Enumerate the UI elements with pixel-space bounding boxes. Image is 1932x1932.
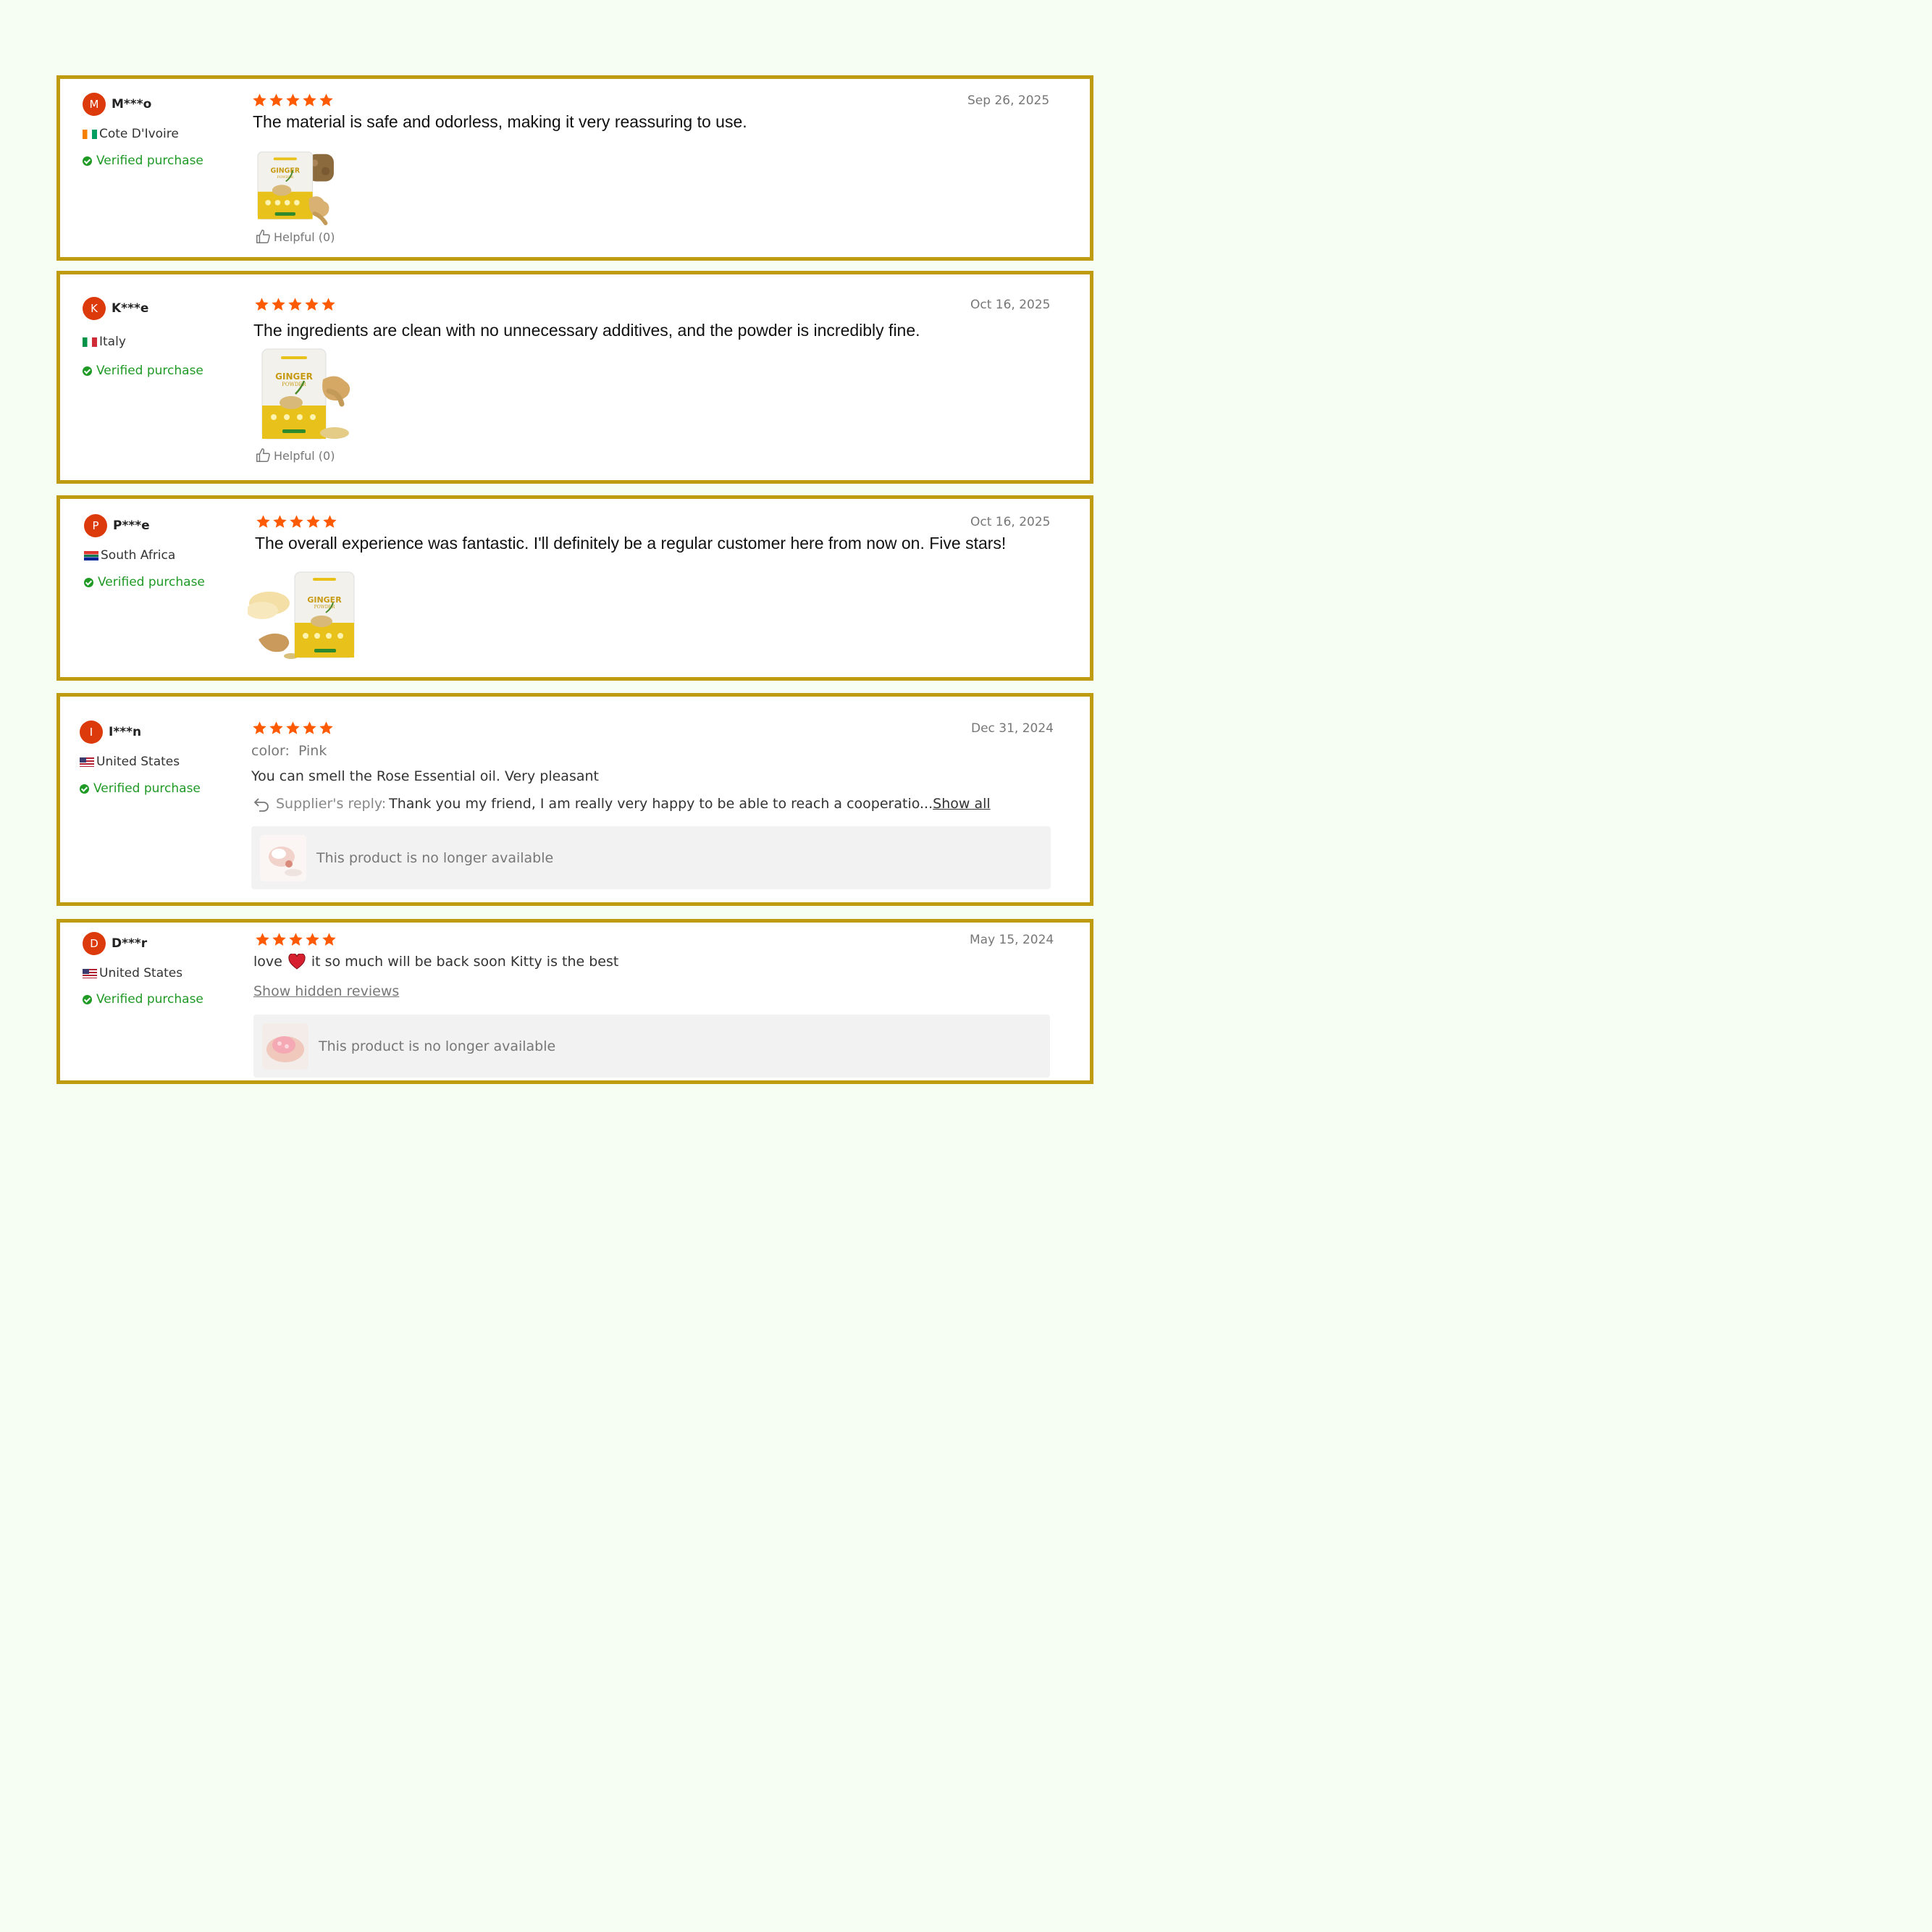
- reviewer-name: K***e: [112, 301, 149, 316]
- thumbs-up-icon: [255, 448, 271, 463]
- verified-purchase-badge: Verified purchase: [83, 154, 203, 168]
- review-photo[interactable]: [253, 151, 337, 226]
- star-icon: [252, 93, 267, 108]
- product-thumbnail: [260, 834, 306, 881]
- sku-color: color: Pink: [251, 743, 327, 759]
- verified-check-icon: [83, 156, 92, 166]
- review-date: Oct 16, 2025: [970, 515, 1051, 529]
- review-card: [56, 75, 1093, 261]
- verified-check-icon: [84, 577, 93, 587]
- verified-purchase-badge: Verified purchase: [83, 992, 203, 1007]
- star-icon: [289, 514, 304, 529]
- avatar: M: [83, 93, 106, 116]
- review-photo[interactable]: [248, 571, 356, 661]
- helpful-button[interactable]: Helpful (0): [255, 229, 335, 245]
- review-text: The ingredients are clean with no unnece…: [253, 321, 920, 340]
- star-rating: [252, 93, 334, 108]
- review-card: [56, 495, 1093, 681]
- verified-purchase-badge: Verified purchase: [83, 364, 203, 378]
- star-icon: [272, 932, 287, 947]
- reviewer-name: P***e: [113, 518, 150, 533]
- star-icon: [285, 93, 301, 108]
- reviewer-name: M***o: [112, 97, 152, 112]
- star-rating: [256, 514, 337, 529]
- review-card: [56, 271, 1093, 484]
- star-icon: [321, 297, 336, 312]
- review-text: love it so much will be back soon Kitty …: [253, 954, 619, 970]
- italy-flag-icon: [83, 337, 97, 347]
- review-photo[interactable]: [259, 348, 353, 442]
- star-icon: [285, 721, 301, 736]
- review-date: Dec 31, 2024: [971, 721, 1054, 736]
- star-icon: [269, 721, 284, 736]
- review-date: May 15, 2024: [970, 933, 1054, 947]
- pink-salt-hands-image-icon: [262, 1022, 308, 1070]
- review-text: The overall experience was fantastic. I'…: [255, 534, 1007, 553]
- ivory-coast-flag-icon: [83, 129, 97, 139]
- us-flag-icon: [83, 968, 97, 978]
- review-date: Sep 26, 2025: [967, 93, 1050, 108]
- star-icon: [272, 514, 287, 529]
- south-africa-flag-icon: [84, 550, 98, 560]
- reviewer-country: United States: [83, 966, 182, 980]
- star-icon: [271, 297, 286, 312]
- star-icon: [288, 932, 303, 947]
- verified-check-icon: [80, 784, 89, 794]
- star-icon: [306, 514, 321, 529]
- reviewer-name: D***r: [112, 936, 148, 951]
- star-icon: [269, 93, 284, 108]
- star-rating: [252, 721, 334, 736]
- supplier-reply: Supplier's reply: Thank you my friend, I…: [253, 796, 991, 812]
- star-icon: [254, 297, 269, 312]
- show-hidden-reviews-link[interactable]: Show hidden reviews: [253, 983, 399, 999]
- review-text: You can smell the Rose Essential oil. Ve…: [251, 768, 599, 784]
- review-date: Oct 16, 2025: [970, 298, 1051, 312]
- reviewer-country: Italy: [83, 335, 126, 349]
- product-thumbnail: [262, 1022, 308, 1070]
- thumbs-up-icon: [255, 229, 271, 245]
- star-icon: [302, 721, 317, 736]
- star-rating: [255, 932, 337, 947]
- star-rating: [254, 297, 336, 312]
- star-icon: [319, 93, 334, 108]
- star-icon: [256, 514, 271, 529]
- unavailable-product[interactable]: This product is no longer available: [253, 1015, 1050, 1078]
- verified-purchase-badge: Verified purchase: [84, 575, 205, 589]
- star-icon: [322, 932, 337, 947]
- star-icon: [304, 297, 319, 312]
- avatar: P: [84, 514, 107, 537]
- reviewer-name: I***n: [109, 725, 142, 739]
- reviewer-country: South Africa: [84, 548, 175, 563]
- reviewer-country: United States: [80, 755, 180, 769]
- review-text: The material is safe and odorless, makin…: [253, 112, 747, 131]
- star-icon: [305, 932, 320, 947]
- reply-icon: [253, 798, 269, 812]
- us-flag-icon: [80, 757, 94, 767]
- verified-purchase-badge: Verified purchase: [80, 781, 201, 796]
- star-icon: [287, 297, 303, 312]
- helpful-button[interactable]: Helpful (0): [255, 448, 335, 463]
- avatar: I: [80, 721, 103, 744]
- verified-check-icon: [83, 366, 92, 376]
- verified-check-icon: [83, 994, 92, 1004]
- star-icon: [302, 93, 317, 108]
- show-all-link[interactable]: Show all: [933, 796, 991, 812]
- avatar: K: [83, 297, 106, 320]
- star-icon: [255, 932, 270, 947]
- heart-icon: [288, 954, 306, 970]
- rose-oil-image-icon: [260, 834, 306, 881]
- avatar: D: [83, 932, 106, 955]
- unavailable-product[interactable]: This product is no longer available: [251, 826, 1051, 889]
- star-icon: [319, 721, 334, 736]
- star-icon: [322, 514, 337, 529]
- star-icon: [252, 721, 267, 736]
- reviewer-country: Cote D'Ivoire: [83, 127, 179, 141]
